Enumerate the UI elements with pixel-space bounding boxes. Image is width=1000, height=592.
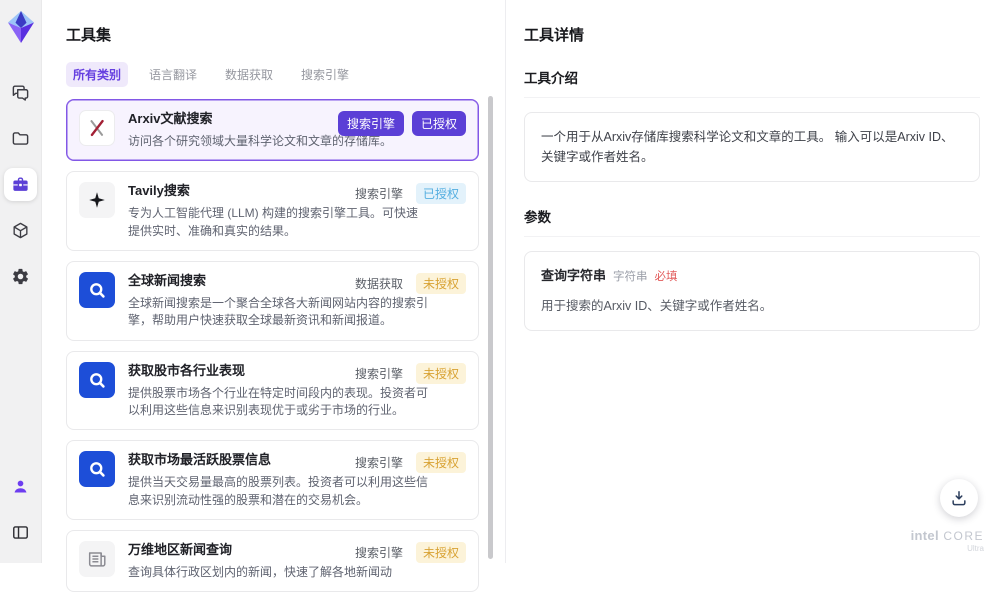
- category-label: 搜索引擎: [354, 366, 403, 381]
- chat-icon: [11, 83, 30, 102]
- tool-description: 全球新闻搜索是一个聚合全球各大新闻网站内容的搜索引擎，帮助用户快速获取全球最新资…: [128, 295, 429, 328]
- parameter-description: 用于搜索的Arxiv ID、关键字或作者姓名。: [541, 298, 773, 313]
- tool-description: 专为人工智能代理 (LLM) 构建的搜索引擎工具。可快速提供实时、准确和真实的结…: [128, 206, 419, 238]
- auth-badge: 已授权: [415, 183, 466, 205]
- auth-badge: 未授权: [415, 541, 466, 563]
- gem-logo: [7, 10, 35, 44]
- sidebar-nav: [4, 76, 37, 293]
- sidebar-item-collapse[interactable]: [4, 516, 37, 549]
- tab-language-translation[interactable]: 语言翻译: [142, 62, 204, 87]
- folder-icon: [11, 129, 30, 148]
- parameter-header: 查询字符串 字符串 必填: [541, 266, 963, 287]
- sidebar-item-toolbox[interactable]: [4, 168, 37, 201]
- download-icon: [949, 488, 969, 508]
- category-label: 数据获取: [354, 276, 403, 291]
- params-box: 查询字符串 字符串 必填用于搜索的Arxiv ID、关键字或作者姓名。: [524, 251, 980, 331]
- tool-description: 提供当天交易量最高的股票列表。投资者可以利用这些信息来识别流动性强的股票和潜在的…: [128, 475, 429, 507]
- download-button[interactable]: [940, 479, 978, 517]
- tab-data-fetch[interactable]: 数据获取: [218, 62, 280, 87]
- parameter-name: 查询字符串: [541, 268, 607, 283]
- tool-card[interactable]: 获取市场最活跃股票信息 提供当天交易量最高的股票列表。投资者可以利用这些信息来识别…: [66, 440, 479, 520]
- brand-intel: intel: [910, 527, 939, 543]
- tool-badges: 搜索引擎 已授权: [354, 183, 466, 205]
- intel-core-logo: intel CORE Ultra: [911, 527, 984, 554]
- intro-heading: 工具介绍: [524, 67, 980, 98]
- tab-all-categories[interactable]: 所有类别: [66, 62, 129, 87]
- tool-badges: 搜索引擎 已授权: [337, 111, 466, 136]
- brand-sub: Ultra: [967, 544, 984, 554]
- tab-search-engine[interactable]: 搜索引擎: [294, 62, 356, 87]
- parameter-type: 字符串: [613, 271, 648, 283]
- stock-search-icon: [79, 361, 115, 398]
- toolbox-icon: [11, 175, 30, 194]
- tool-detail-panel: 工具详情 工具介绍 一个用于从Arxiv存储库搜索科学论文和文章的工具。 输入可…: [505, 0, 1000, 563]
- intro-box: 一个用于从Arxiv存储库搜索科学论文和文章的工具。 输入可以是Arxiv ID…: [524, 112, 980, 182]
- tool-card[interactable]: Arxiv文献搜索 访问各个研究领域大量科学论文和文章的存储库。 搜索引擎 已授权: [66, 99, 479, 162]
- auth-badge: 未授权: [415, 452, 466, 474]
- tool-list-panel: 工具集 所有类别 语言翻译 数据获取 搜索引擎 Arxiv文献搜索 访问各个研究领域大量…: [42, 0, 505, 592]
- parameter-item: 查询字符串 字符串 必填用于搜索的Arxiv ID、关键字或作者姓名。: [541, 266, 963, 316]
- category-tabs: 所有类别 语言翻译 数据获取 搜索引擎: [66, 62, 505, 87]
- tool-card[interactable]: 获取股市各行业表现 提供股票市场各个行业在特定时间段内的表现。投资者可以利用这些信…: [66, 350, 479, 431]
- tool-card[interactable]: 万维地区新闻查询 查询具体行政区划内的新闻，快速了解各地新闻动 搜索引擎 未授权: [66, 529, 479, 592]
- category-label: 搜索引擎: [354, 545, 403, 560]
- category-label: 搜索引擎: [354, 456, 403, 471]
- user-avatar-icon: [11, 477, 30, 496]
- intro-text: 一个用于从Arxiv存储库搜索科学论文和文章的工具。 输入可以是Arxiv ID…: [541, 130, 954, 164]
- detail-title: 工具详情: [524, 27, 585, 44]
- sidebar-item-files[interactable]: [4, 122, 37, 155]
- brand-core: CORE: [943, 528, 984, 543]
- app-sidebar: [0, 0, 42, 563]
- tool-badges: 搜索引擎 未授权: [354, 362, 466, 384]
- news-search-icon: [79, 271, 115, 308]
- tool-card[interactable]: Tavily搜索 专为人工智能代理 (LLM) 构建的搜索引擎工具。可快速提供实时…: [66, 171, 479, 251]
- sidebar-item-chat[interactable]: [4, 76, 37, 109]
- sparkle-icon: [79, 182, 115, 219]
- params-heading: 参数: [524, 206, 980, 237]
- tool-card[interactable]: 全球新闻搜索 全球新闻搜索是一个聚合全球各大新闻网站内容的搜索引擎，帮助用户快速获…: [66, 260, 479, 341]
- cube-icon: [11, 221, 30, 240]
- parameter-required-badge: 必填: [654, 271, 678, 283]
- page-title: 工具集: [66, 27, 112, 44]
- tool-badges: 搜索引擎 未授权: [354, 452, 466, 474]
- category-button[interactable]: 搜索引擎: [337, 111, 404, 136]
- sidebar-item-models[interactable]: [4, 214, 37, 247]
- arxiv-icon: [79, 110, 115, 146]
- tool-badges: 搜索引擎 未授权: [354, 541, 466, 563]
- category-label: 搜索引擎: [354, 187, 403, 202]
- tool-badges: 数据获取 未授权: [354, 272, 466, 294]
- sidebar-bottom: [4, 470, 37, 549]
- auth-badge: 未授权: [415, 362, 466, 384]
- sidebar-item-settings[interactable]: [4, 260, 37, 293]
- tool-card-list: Arxiv文献搜索 访问各个研究领域大量科学论文和文章的存储库。 搜索引擎 已授权 Ta…: [66, 99, 505, 592]
- sidebar-item-user[interactable]: [4, 470, 37, 503]
- stock-search-icon: [79, 451, 115, 488]
- gear-icon: [11, 267, 30, 286]
- auth-badge: 未授权: [415, 272, 466, 294]
- newspaper-icon: [79, 540, 115, 577]
- collapse-panel-icon: [11, 523, 30, 542]
- scrollbar[interactable]: [488, 96, 493, 559]
- auth-button[interactable]: 已授权: [411, 111, 466, 136]
- tool-description: 查询具体行政区划内的新闻，快速了解各地新闻动: [128, 564, 393, 579]
- tool-description: 提供股票市场各个行业在特定时间段内的表现。投资者可以利用这些信息来识别表现优于或…: [128, 385, 429, 417]
